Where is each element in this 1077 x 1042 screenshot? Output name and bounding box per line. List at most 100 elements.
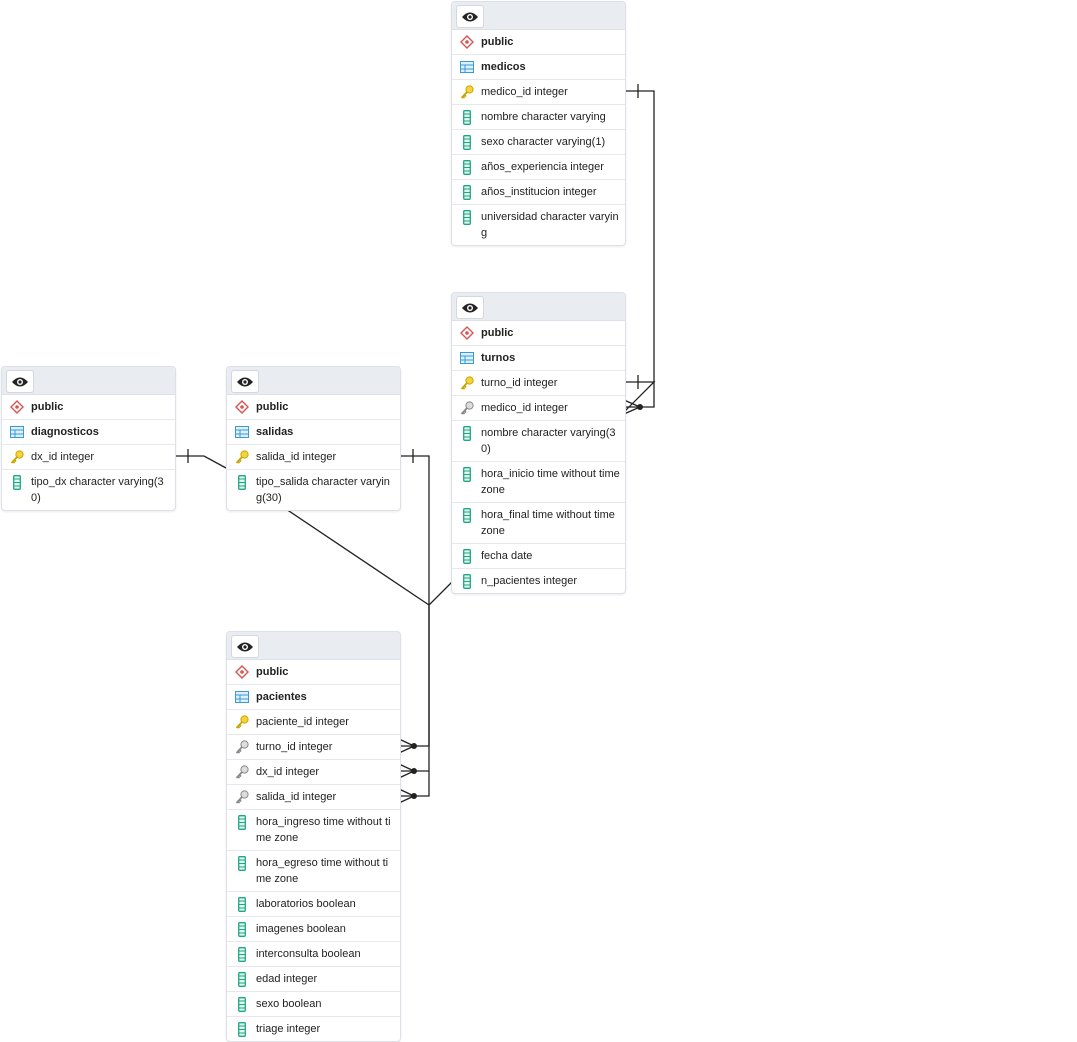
eye-icon[interactable] (231, 635, 259, 658)
column-label: hora_inicio time without time zone (481, 468, 620, 496)
column-label: turno_id integer (256, 741, 333, 753)
column-row[interactable]: tipo_dx character varying(30) (2, 470, 175, 510)
column-row[interactable]: hora_ingreso time without time zone (227, 810, 400, 851)
column-row[interactable]: tipo_salida character varying(30) (227, 470, 400, 510)
table-header[interactable] (452, 2, 625, 30)
column-row[interactable]: nombre character varying(30) (452, 421, 625, 462)
schema-icon (460, 325, 474, 341)
foreign-key-icon (235, 764, 249, 780)
column-row[interactable]: dx_id integer (227, 760, 400, 785)
column-label: universidad character varying (481, 211, 619, 239)
column-row[interactable]: hora_egreso time without time zone (227, 851, 400, 892)
eye-icon[interactable] (456, 296, 484, 319)
column-icon (460, 109, 474, 125)
column-label: edad integer (256, 973, 318, 985)
eye-icon[interactable] (6, 370, 34, 393)
schema-icon (235, 399, 249, 415)
column-row[interactable]: paciente_id integer (227, 710, 400, 735)
column-row[interactable]: n_pacientes integer (452, 569, 625, 593)
column-icon (460, 466, 474, 482)
column-row[interactable]: fecha date (452, 544, 625, 569)
column-row[interactable]: dx_id integer (2, 445, 175, 470)
eye-icon[interactable] (456, 5, 484, 28)
column-label: turno_id integer (481, 377, 558, 389)
column-icon (460, 184, 474, 200)
table-node-medicos[interactable]: public medicos medico_id integer nombre cha… (451, 1, 626, 246)
column-icon (460, 573, 474, 589)
column-label: dx_id integer (31, 451, 94, 463)
column-label: fecha date (481, 550, 533, 562)
column-label: sexo character varying(1) (481, 136, 606, 148)
schema-row: public (227, 660, 400, 685)
column-label: salida_id integer (256, 791, 337, 803)
table-node-turnos[interactable]: public turnos turno_id integer medico_id in… (451, 292, 626, 594)
foreign-key-icon (460, 400, 474, 416)
column-label: hora_egreso time without time zone (256, 857, 389, 885)
column-icon (460, 425, 474, 441)
column-row[interactable]: medico_id integer (452, 80, 625, 105)
table-icon (10, 424, 24, 440)
column-row[interactable]: interconsulta boolean (227, 942, 400, 967)
column-label: imagenes boolean (256, 923, 346, 935)
column-row[interactable]: hora_inicio time without time zone (452, 462, 625, 503)
table-header[interactable] (2, 367, 175, 395)
table-header[interactable] (227, 632, 400, 660)
column-row[interactable]: imagenes boolean (227, 917, 400, 942)
table-name-row: turnos (452, 346, 625, 371)
eye-icon[interactable] (231, 370, 259, 393)
column-row[interactable]: universidad character varying (452, 205, 625, 245)
table-name-row: pacientes (227, 685, 400, 710)
column-icon (235, 814, 249, 830)
column-label: hora_ingreso time without time zone (256, 816, 391, 844)
column-icon (460, 548, 474, 564)
column-label: laboratorios boolean (256, 898, 356, 910)
table-node-diagnosticos[interactable]: public diagnosticos dx_id integer tipo_dx c… (1, 366, 176, 511)
column-row[interactable]: medico_id integer (452, 396, 625, 421)
column-icon (10, 474, 24, 490)
table-header[interactable] (227, 367, 400, 395)
column-row[interactable]: salida_id integer (227, 785, 400, 810)
schema-name: public (481, 36, 514, 48)
column-icon (235, 971, 249, 987)
column-icon (235, 946, 249, 962)
column-icon (460, 507, 474, 523)
primary-key-icon (10, 449, 24, 465)
table-name-row: salidas (227, 420, 400, 445)
column-row[interactable]: turno_id integer (227, 735, 400, 760)
column-icon (235, 1021, 249, 1037)
column-row[interactable]: turno_id integer (452, 371, 625, 396)
schema-name: public (31, 401, 64, 413)
column-row[interactable]: laboratorios boolean (227, 892, 400, 917)
column-row[interactable]: años_experiencia integer (452, 155, 625, 180)
primary-key-icon (460, 375, 474, 391)
table-icon (460, 350, 474, 366)
column-label: tipo_dx character varying(30) (31, 476, 164, 504)
table-header[interactable] (452, 293, 625, 321)
column-label: sexo boolean (256, 998, 322, 1010)
column-row[interactable]: salida_id integer (227, 445, 400, 470)
column-label: tipo_salida character varying(30) (256, 476, 390, 504)
column-row[interactable]: edad integer (227, 967, 400, 992)
column-icon (460, 159, 474, 175)
table-name-row: medicos (452, 55, 625, 80)
column-row[interactable]: años_institucion integer (452, 180, 625, 205)
table-name-row: diagnosticos (2, 420, 175, 445)
column-icon (235, 474, 249, 490)
column-row[interactable]: nombre character varying (452, 105, 625, 130)
column-label: años_institucion integer (481, 186, 597, 198)
column-row[interactable]: hora_final time without time zone (452, 503, 625, 544)
column-row[interactable]: triage integer (227, 1017, 400, 1041)
column-icon (235, 896, 249, 912)
table-node-salidas[interactable]: public salidas salida_id integer tipo_salid… (226, 366, 401, 511)
column-icon (235, 855, 249, 871)
table-node-pacientes[interactable]: public pacientes paciente_id integer turno_… (226, 631, 401, 1042)
column-icon (235, 996, 249, 1012)
schema-icon (235, 664, 249, 680)
column-row[interactable]: sexo boolean (227, 992, 400, 1017)
column-label: medico_id integer (481, 86, 568, 98)
foreign-key-icon (235, 789, 249, 805)
table-icon (235, 689, 249, 705)
column-label: dx_id integer (256, 766, 319, 778)
schema-row: public (227, 395, 400, 420)
column-row[interactable]: sexo character varying(1) (452, 130, 625, 155)
